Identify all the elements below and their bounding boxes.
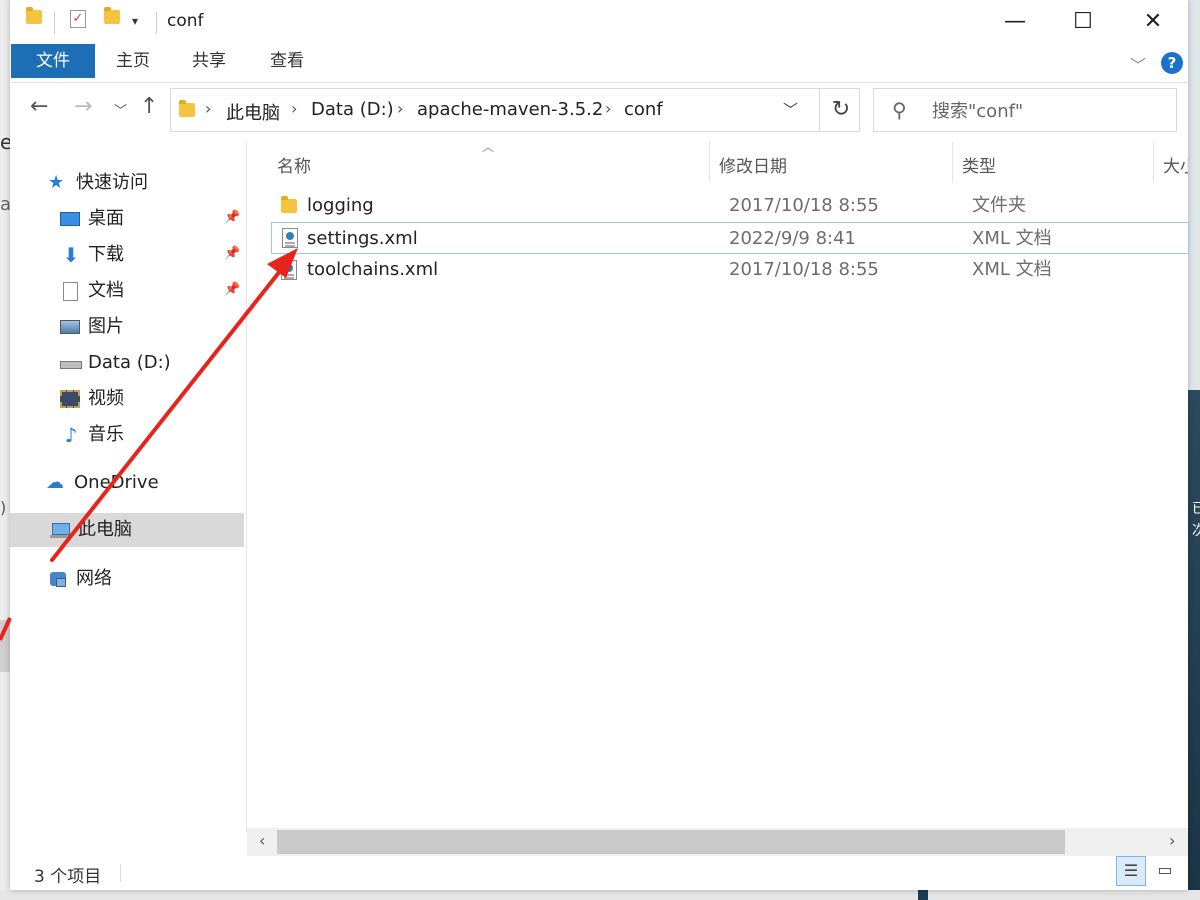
background-text: 已 次 (1192, 501, 1200, 539)
sort-caret-icon: ︿ (482, 140, 495, 154)
sidebar-item-network[interactable]: 网络 (48, 562, 112, 596)
network-icon (48, 569, 70, 589)
recent-locations-icon[interactable]: ﹀ (114, 100, 127, 119)
search-input[interactable] (930, 97, 1164, 125)
pin-icon[interactable]: 📌 (224, 246, 240, 261)
xml-file-icon (282, 228, 298, 248)
download-icon: ⬇ (62, 243, 80, 267)
sidebar-item-downloads[interactable]: ⬇ 下载 (60, 238, 124, 272)
properties-check-icon[interactable]: ✓ (70, 10, 86, 28)
breadcrumb-conf[interactable]: conf (624, 99, 663, 120)
file-row-settings-xml[interactable]: settings.xml 2022/9/9 8:41 XML 文档 (271, 222, 1189, 254)
folder-icon (281, 196, 297, 213)
file-type: 文件夹 (972, 195, 1026, 216)
star-icon: ★ (48, 172, 65, 193)
background-band (0, 620, 10, 672)
explorer-window: ✓ ▾ conf — ☐ ✕ 文件 主页 共享 查看 ﹀ ? ← → ﹀ ↑ ›… (10, 0, 1189, 890)
pin-icon[interactable]: 📌 (224, 210, 240, 225)
computer-icon (50, 520, 72, 540)
background-text: ) (0, 498, 7, 517)
background-window-left: e a ) (0, 0, 12, 900)
back-button[interactable]: ← (30, 94, 48, 119)
refresh-button[interactable]: ↻ (819, 89, 862, 131)
expand-ribbon-icon[interactable]: ﹀ (1130, 52, 1146, 76)
sidebar-item-pictures[interactable]: 图片 (60, 310, 124, 344)
breadcrumb-maven[interactable]: apache-maven-3.5.2 (417, 99, 603, 120)
video-icon (60, 389, 82, 409)
column-header-date[interactable]: 修改日期 (719, 150, 787, 184)
breadcrumb-this-pc[interactable]: 此电脑 (226, 99, 280, 125)
up-button[interactable]: ↑ (140, 94, 158, 119)
chevron-right-icon[interactable]: › (605, 99, 611, 118)
sidebar-item-onedrive[interactable]: ☁ OneDrive (46, 466, 159, 500)
close-button[interactable]: ✕ (1118, 0, 1188, 44)
tab-file[interactable]: 文件 (11, 44, 95, 78)
sidebar-item-documents[interactable]: 文档 (60, 274, 124, 308)
background-desktop (1188, 390, 1200, 900)
scroll-left-icon[interactable]: ‹ (259, 831, 265, 850)
column-header-type[interactable]: 类型 (962, 150, 996, 184)
folder-icon (26, 7, 42, 24)
desktop-icon (60, 209, 82, 229)
file-type: XML 文档 (972, 228, 1052, 249)
sidebar-item-this-pc[interactable]: 此电脑 (10, 513, 244, 547)
file-name: logging (307, 195, 374, 216)
navigation-bar: ← → ﹀ ↑ › 此电脑 › Data (D:) › apache-maven… (10, 82, 1188, 142)
breadcrumb-drive[interactable]: Data (D:) (311, 99, 394, 120)
horizontal-scrollbar[interactable]: ‹ › (247, 828, 1188, 856)
forward-button[interactable]: → (74, 94, 92, 119)
sidebar-item-data-drive[interactable]: Data (D:) (60, 346, 171, 380)
chevron-right-icon[interactable]: › (205, 99, 211, 118)
sidebar-quick-access[interactable]: ★ 快速访问 (48, 166, 148, 200)
file-type: XML 文档 (972, 259, 1052, 280)
ribbon-tabs: 文件 主页 共享 查看 ﹀ ? (10, 44, 1188, 83)
scroll-right-icon[interactable]: › (1169, 831, 1175, 850)
file-row-logging[interactable]: logging 2017/10/18 8:55 文件夹 (271, 190, 1189, 222)
file-date: 2017/10/18 8:55 (729, 259, 879, 280)
pictures-icon (60, 317, 82, 337)
pin-icon[interactable]: 📌 (224, 282, 240, 297)
music-icon: ♪ (64, 423, 78, 447)
tab-home[interactable]: 主页 (106, 44, 160, 78)
background-window-right: 已 次 (1188, 0, 1200, 900)
file-name: toolchains.xml (307, 259, 439, 280)
file-list: ︿ 名称 修改日期 类型 大小 logging 2017/10/18 8:55 … (247, 140, 1189, 828)
sidebar-item-desktop[interactable]: 桌面 (60, 202, 124, 236)
window-title: conf (167, 11, 204, 31)
file-name: settings.xml (307, 228, 418, 249)
file-date: 2022/9/9 8:41 (729, 228, 856, 249)
sidebar-item-music[interactable]: ♪ 音乐 (60, 418, 124, 452)
item-count: 3 个项目 (34, 867, 102, 887)
file-row-toolchains-xml[interactable]: toolchains.xml 2017/10/18 8:55 XML 文档 (271, 254, 1189, 286)
details-view-icon[interactable]: ☰ (1116, 856, 1146, 886)
column-header-size[interactable]: 大小 (1163, 150, 1188, 184)
tab-view[interactable]: 查看 (260, 44, 314, 78)
chevron-right-icon[interactable]: › (291, 99, 297, 118)
navigation-pane: ★ 快速访问 桌面 📌 ⬇ 下载 📌 文档 📌 图片 Data (D:) 视频 ♪ 音… (10, 142, 247, 832)
folder-icon (179, 100, 195, 117)
document-icon (60, 281, 82, 301)
title-bar: ✓ ▾ conf — ☐ ✕ (10, 0, 1188, 44)
file-date: 2017/10/18 8:55 (729, 195, 879, 216)
chevron-down-icon[interactable]: ﹀ (783, 99, 798, 120)
scrollbar-thumb[interactable] (277, 830, 1065, 854)
maximize-button[interactable]: ☐ (1048, 0, 1118, 44)
address-bar[interactable]: › 此电脑 › Data (D:) › apache-maven-3.5.2 ›… (170, 88, 860, 132)
search-box[interactable]: ⚲ (873, 88, 1177, 132)
background-taskbar-edge (0, 890, 1200, 900)
help-icon[interactable]: ? (1161, 52, 1183, 74)
drive-icon (60, 353, 82, 373)
xml-file-icon (281, 260, 297, 280)
chevron-right-icon[interactable]: › (397, 99, 403, 118)
new-folder-icon[interactable] (104, 7, 120, 24)
sidebar-item-videos[interactable]: 视频 (60, 382, 124, 416)
search-icon: ⚲ (892, 98, 907, 122)
status-bar: 3 个项目 ☰ ▭ (10, 856, 1188, 890)
customize-toolbar-icon[interactable]: ▾ (132, 14, 138, 28)
cloud-icon: ☁ (46, 472, 64, 493)
minimize-button[interactable]: — (980, 0, 1050, 44)
large-icons-view-icon[interactable]: ▭ (1150, 856, 1180, 886)
column-header-name[interactable]: 名称 (277, 150, 311, 184)
tab-share[interactable]: 共享 (182, 44, 236, 78)
